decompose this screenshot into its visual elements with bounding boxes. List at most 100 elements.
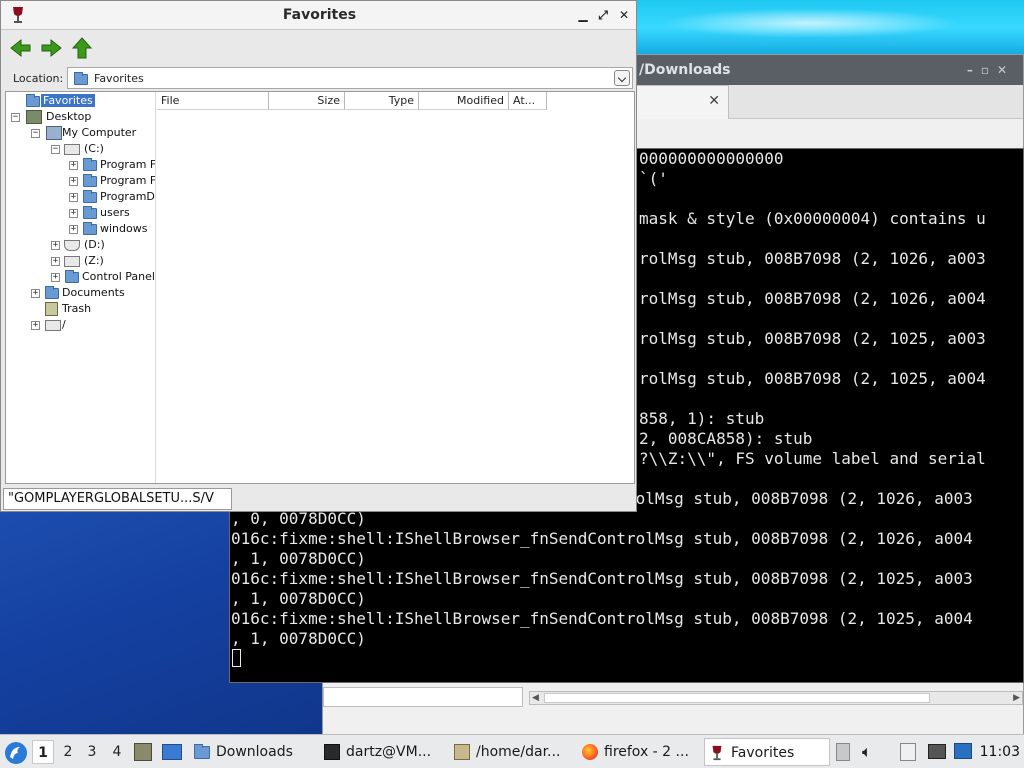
tree-item-drive-c[interactable]: − (C:) <box>50 141 155 157</box>
expand-icon[interactable]: + <box>69 161 78 170</box>
tree-item-trash[interactable]: Trash <box>30 301 155 317</box>
workspace-2[interactable]: 2 <box>57 740 79 764</box>
tree-item-label: My Computer <box>62 126 137 139</box>
forward-arrow-icon[interactable] <box>39 37 63 59</box>
update-notifier-icon[interactable] <box>954 743 972 759</box>
terminal-line: rolMsg stub, 008B7098 (2, 1026, a004 <box>639 289 986 308</box>
clock[interactable]: 11:03 <box>980 735 1020 768</box>
favorites-titlebar[interactable]: Favorites ▁ ⤢ ✕ <box>1 1 636 30</box>
tree-item-favorites[interactable]: Favorites <box>26 93 155 109</box>
volume-icon[interactable]: 🔈︎ <box>862 743 872 761</box>
tree-item-desktop[interactable]: − Desktop <box>10 109 155 125</box>
tree-item-programdata[interactable]: + ProgramDat <box>68 189 155 205</box>
terminal-line: , 1, 0078D0CC) <box>231 589 366 608</box>
task-home-folder[interactable]: /home/dar... <box>450 738 576 766</box>
expand-icon[interactable]: + <box>69 177 78 186</box>
computer-icon <box>46 126 62 140</box>
collapse-icon[interactable]: − <box>31 129 40 138</box>
folder-tree[interactable]: Favorites − Desktop − My Computer − (C:) <box>6 92 156 483</box>
file-manager-title: /Downloads <box>639 62 731 78</box>
tree-item-label: users <box>100 206 130 219</box>
scroll-right-icon[interactable]: ▶ <box>1013 692 1020 704</box>
tree-item-windows[interactable]: + windows <box>68 221 155 237</box>
location-label: Location: <box>13 72 64 85</box>
column-header-size[interactable]: Size <box>269 92 345 110</box>
column-header-type[interactable]: Type <box>345 92 419 110</box>
tree-item-label: (D:) <box>84 238 105 251</box>
terminal-line: 000000000000000 <box>639 149 784 168</box>
folder-icon <box>83 174 97 187</box>
clipboard-icon[interactable] <box>900 743 916 761</box>
tree-item-label: Program Fil <box>100 158 156 171</box>
minimize-button[interactable]: ▁ <box>573 5 593 25</box>
tree-item-control-panel[interactable]: + Control Panel <box>50 269 155 285</box>
collapse-icon[interactable]: − <box>11 113 20 122</box>
tree-item-drive-d[interactable]: + (D:) <box>50 237 155 253</box>
expand-icon[interactable]: + <box>69 225 78 234</box>
tree-item-drive-z[interactable]: + (Z:) <box>50 253 155 269</box>
tree-item-my-computer[interactable]: − My Computer <box>30 125 155 141</box>
tree-item-program-files-x86[interactable]: + Program Fil <box>68 173 156 189</box>
show-desktop-icon[interactable] <box>162 744 182 760</box>
tree-item-root[interactable]: + / <box>30 317 155 333</box>
terminal-line: rolMsg stub, 008B7098 (2, 1025, a003 <box>639 329 986 348</box>
column-header-modified[interactable]: Modified <box>419 92 509 110</box>
workspace-4[interactable]: 4 <box>106 740 128 764</box>
chevron-down-icon[interactable] <box>614 70 630 86</box>
network-icon[interactable] <box>928 744 946 759</box>
expand-icon[interactable]: + <box>51 273 60 282</box>
expand-icon[interactable]: + <box>69 193 78 202</box>
file-manager-tab[interactable]: ✕ <box>627 85 729 119</box>
up-arrow-icon[interactable] <box>70 37 94 59</box>
tray-up-arrow-icon[interactable] <box>836 743 850 761</box>
tree-item-documents[interactable]: + Documents <box>30 285 155 301</box>
column-header-file[interactable]: File <box>157 92 269 110</box>
favorites-window[interactable]: Favorites ▁ ⤢ ✕ Location: Favorites Favo… <box>0 0 637 512</box>
task-firefox[interactable]: firefox - 2 ... <box>578 738 702 766</box>
tree-item-label: windows <box>100 222 148 235</box>
expand-icon[interactable]: + <box>51 257 60 266</box>
location-value: Favorites <box>94 72 144 85</box>
workspace-1[interactable]: 1 <box>32 740 54 764</box>
tree-item-label: (Z:) <box>84 254 104 267</box>
terminal-line: , 0, 0078D0CC) <box>231 509 366 528</box>
scroll-left-icon[interactable]: ◀ <box>532 692 539 704</box>
file-manager-side-pane-bottom <box>323 687 523 707</box>
start-menu-icon[interactable] <box>4 741 28 765</box>
tree-item-label: Program Fil <box>100 174 156 187</box>
tree-item-users[interactable]: + users <box>68 205 155 221</box>
cd-drive-icon <box>64 240 80 251</box>
workspace-3[interactable]: 3 <box>81 740 103 764</box>
terminal-icon <box>324 744 340 760</box>
file-manager-window-controls[interactable]: –▫✕ <box>967 55 1015 85</box>
scrollbar-thumb[interactable] <box>544 693 930 703</box>
file-manager-horizontal-scrollbar[interactable]: ◀ ▶ <box>529 691 1023 705</box>
task-favorites[interactable]: Favorites <box>704 738 830 766</box>
expand-icon[interactable]: + <box>31 321 40 330</box>
close-button[interactable]: ✕ <box>614 5 634 25</box>
task-downloads[interactable]: Downloads <box>190 738 316 766</box>
task-terminal[interactable]: dartz@VM... <box>320 738 446 766</box>
expand-icon[interactable]: + <box>31 289 40 298</box>
tab-close-icon[interactable]: ✕ <box>708 93 720 109</box>
terminal-line: 016c:fixme:shell:IShellBrowser_fnSendCon… <box>231 529 973 548</box>
file-list[interactable]: File Size Type Modified At... <box>157 92 634 483</box>
wallpaper-sky <box>600 0 1024 56</box>
taskbar: 1 2 3 4 Downloads dartz@VM... /home/dar.… <box>0 734 1024 768</box>
column-header-attributes[interactable]: At... <box>509 92 547 110</box>
terminal-cursor <box>232 649 241 667</box>
maximize-button[interactable]: ⤢ <box>593 5 613 25</box>
drive-icon <box>64 256 80 267</box>
tree-item-program-files[interactable]: + Program Fil <box>68 157 156 173</box>
favorites-title: Favorites <box>282 7 357 23</box>
expand-icon[interactable]: + <box>69 209 78 218</box>
terminal-line: 016c:fixme:shell:IShellBrowser_fnSendCon… <box>231 569 973 588</box>
expand-icon[interactable]: + <box>51 241 60 250</box>
file-manager-launcher-icon[interactable] <box>134 743 152 761</box>
favorites-content: Favorites − Desktop − My Computer − (C:) <box>5 91 635 484</box>
task-label: firefox - 2 ... <box>604 744 689 760</box>
location-combobox[interactable]: Favorites <box>67 67 633 89</box>
collapse-icon[interactable]: − <box>51 145 60 154</box>
wine-glass-icon <box>712 745 722 761</box>
back-arrow-icon[interactable] <box>9 37 33 59</box>
